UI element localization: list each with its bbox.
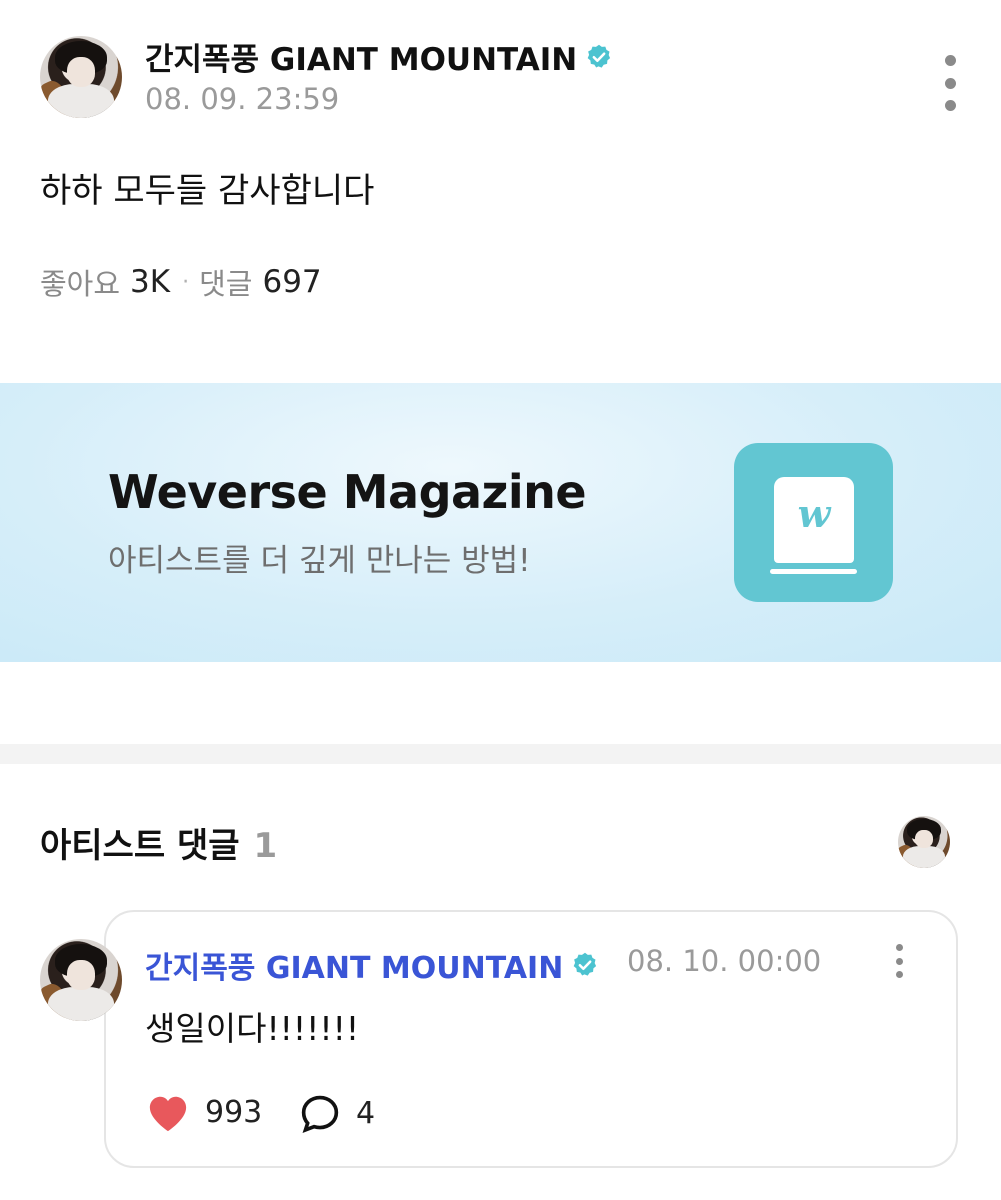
like-button[interactable]: 993 [145,1091,262,1133]
post-body: 하하 모두들 감사합니다 [40,171,375,211]
weverse-book-icon: w [734,443,893,602]
weverse-logo-glyph: w [797,491,831,536]
comment-author-name[interactable]: 간지폭풍 GIANT MOUNTAIN [145,943,599,987]
comment-author-avatar[interactable] [40,939,122,1021]
like-count: 993 [205,1094,263,1130]
post-stats: 좋아요 3K · 댓글 697 [40,261,322,303]
section-divider [0,744,1001,764]
verified-badge-icon [587,44,611,68]
comments-label: 댓글 [199,267,253,301]
reply-button[interactable]: 4 [298,1093,375,1133]
comments-count[interactable]: 697 [262,264,321,300]
more-vertical-icon[interactable] [935,55,965,111]
reply-count: 4 [356,1095,376,1131]
likes-label: 좋아요 [40,267,121,301]
post-author-name[interactable]: 간지폭풍 GIANT MOUNTAIN [145,34,613,79]
heart-icon [149,1096,187,1132]
banner-subtitle: 아티스트를 더 깊게 만나는 방법! [108,543,531,579]
comment-date: 08. 10. 00:00 [627,944,822,978]
reply-bubble-icon [301,1095,339,1133]
post-author-avatar[interactable] [40,36,122,118]
post-author-label: 간지폭풍 GIANT MOUNTAIN [145,42,578,78]
comment-body: 생일이다!!!!!!! [145,1009,360,1048]
artist-filter-avatar[interactable] [898,816,950,868]
post-date: 08. 09. 23:59 [145,82,340,116]
verified-badge-icon [573,952,597,976]
artist-comments-title: 아티스트 댓글 [40,826,240,866]
weverse-magazine-banner[interactable]: Weverse Magazine 아티스트를 더 깊게 만나는 방법! w [0,383,1001,662]
likes-count[interactable]: 3K [130,264,170,300]
banner-title: Weverse Magazine [108,465,587,519]
comment-author-label: 간지폭풍 GIANT MOUNTAIN [145,951,564,986]
stats-separator: · [182,269,190,295]
artist-comments-count: 1 [253,826,278,866]
more-vertical-icon[interactable] [891,944,907,978]
artist-comments-heading: 아티스트 댓글 1 [40,818,277,867]
